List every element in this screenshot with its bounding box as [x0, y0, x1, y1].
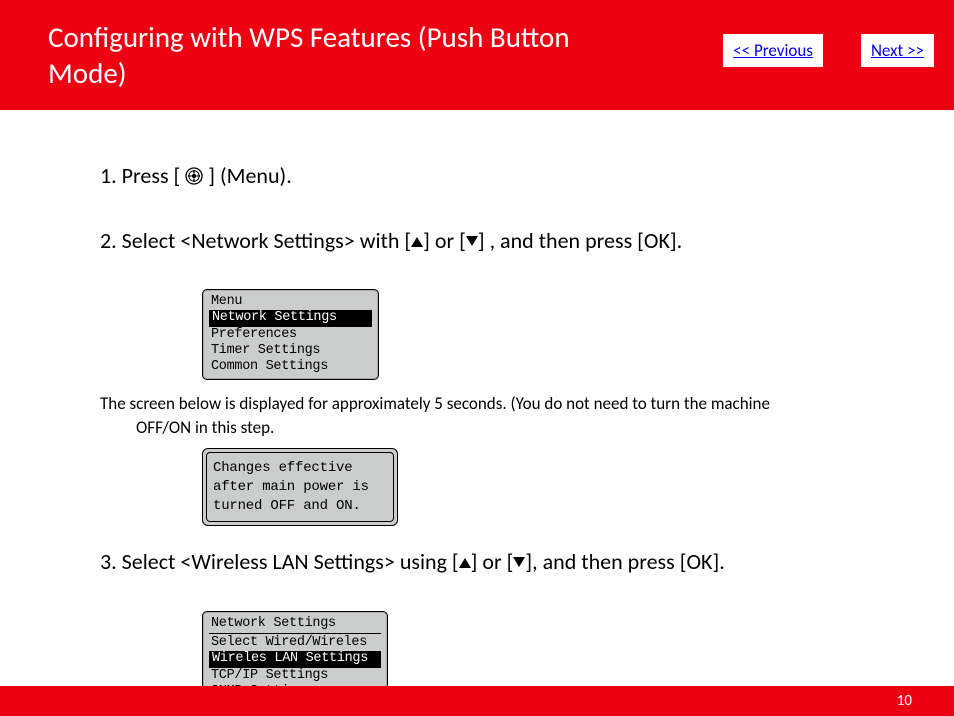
step-1: 1. Press [ ] (Menu). — [100, 162, 884, 193]
lcd1-line3: Timer Settings — [207, 343, 374, 359]
page-number: 10 — [897, 692, 912, 710]
lcd2-line2: after main power is — [213, 478, 387, 497]
footer-bar: 10 — [0, 686, 954, 716]
menu-button-icon — [185, 164, 203, 193]
lcd3-head: Network Settings — [209, 616, 381, 634]
lcd-panel-2-wrap: Changes effective after main power is tu… — [202, 448, 884, 527]
step-2-text-b: ] , and then press [OK]. — [478, 227, 682, 254]
lcd1-head: Menu — [207, 294, 374, 310]
lcd2-line1: Changes effective — [213, 459, 387, 478]
lcd3-line1: Select Wired/Wireles — [207, 635, 383, 651]
page-title: Configuring with WPS Features (Push Butt… — [48, 19, 648, 92]
nav-buttons: << Previous Next >> — [723, 34, 934, 67]
lcd-panel-1-wrap: Menu Network Settings Preferences Timer … — [202, 289, 884, 380]
previous-link[interactable]: << Previous — [723, 34, 823, 67]
up-arrow-icon — [411, 237, 423, 247]
lcd-panel-menu: Menu Network Settings Preferences Timer … — [202, 289, 379, 380]
lcd1-line4: Common Settings — [207, 359, 374, 375]
step-3-text-mid: ] or [ — [471, 548, 514, 575]
lcd3-line3: TCP/IP Settings — [207, 668, 383, 684]
lcd1-selected: Network Settings — [209, 310, 372, 326]
step-2: 2. Select <Network Settings> with [ ] or … — [100, 227, 884, 256]
lcd3-selected: Wireles LAN Settings — [209, 651, 381, 667]
step-2-text-mid: ] or [ — [423, 227, 466, 254]
step-2-text-a: 2. Select <Network Settings> with [ — [100, 227, 411, 254]
lcd-panel-message: Changes effective after main power is tu… — [202, 448, 398, 527]
step-3-text-a: 3. Select <Wireless LAN Settings> using … — [100, 548, 459, 575]
step-1-text-b: ] (Menu). — [208, 162, 292, 189]
header-bar: Configuring with WPS Features (Push Butt… — [0, 0, 954, 110]
note-line1: The screen below is displayed for approx… — [100, 393, 770, 414]
lcd2-line3: turned OFF and ON. — [213, 497, 387, 516]
down-arrow-icon-2 — [513, 557, 525, 567]
down-arrow-icon — [466, 236, 478, 246]
content-area: 1. Press [ ] (Menu). 2. Select <Network … — [0, 110, 954, 705]
note-text: The screen below is displayed for approx… — [100, 392, 884, 440]
note-line2: OFF/ON in this step. — [100, 416, 884, 440]
step-1-text-a: 1. Press [ — [100, 162, 180, 189]
lcd1-line2: Preferences — [207, 327, 374, 343]
up-arrow-icon-2 — [459, 558, 471, 568]
step-3: 3. Select <Wireless LAN Settings> using … — [100, 548, 884, 577]
next-link[interactable]: Next >> — [861, 34, 934, 67]
step-3-text-b: ], and then press [OK]. — [525, 548, 724, 575]
